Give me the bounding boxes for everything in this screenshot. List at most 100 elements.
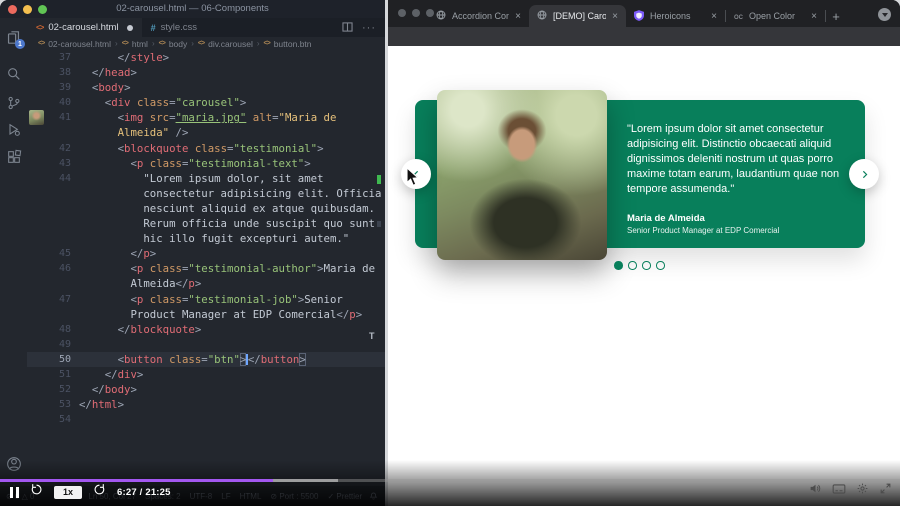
code-line[interactable]: consectetur adipisicing elit. Officia — [27, 186, 385, 201]
code-line-51[interactable]: 51 </div> — [27, 367, 385, 382]
code-line-49[interactable]: 49 — [27, 337, 385, 352]
tab-title: Open Color — [749, 11, 805, 21]
chevron-right-icon: › — [152, 39, 155, 48]
close-tab-icon[interactable]: × — [711, 11, 717, 22]
chevron-right-icon: › — [115, 39, 118, 48]
pause-button[interactable] — [10, 487, 19, 498]
token: < — [79, 81, 98, 94]
code-editor[interactable]: 37 </style>38 </head>39 <body>40 <div cl… — [27, 50, 385, 486]
captions-icon[interactable] — [832, 482, 846, 500]
split-editor-icon[interactable] — [342, 19, 353, 37]
code-line-41[interactable]: 41 <img src="maria.jpg" alt="Maria de — [27, 110, 385, 125]
run-debug-icon[interactable] — [0, 122, 27, 138]
globe-favicon — [537, 10, 547, 22]
next-slide-button[interactable] — [849, 159, 879, 189]
close-tab-icon[interactable]: × — [811, 11, 817, 22]
browser-tab[interactable]: Heroicons× — [626, 5, 725, 27]
token: > — [137, 368, 143, 381]
code-line-52[interactable]: 52 </body> — [27, 382, 385, 397]
token: </ — [79, 323, 130, 336]
browser-tabs: Accordion Compon×[DEMO] Carousel C×Heroi… — [428, 5, 846, 27]
code-line-43[interactable]: 43 <p class="testimonial-text"> — [27, 156, 385, 171]
browser-tab-active[interactable]: [DEMO] Carousel C× — [529, 5, 626, 27]
close-tab-icon[interactable]: × — [612, 11, 618, 22]
code-line-38[interactable]: 38 </head> — [27, 65, 385, 80]
rewind-icon[interactable] — [30, 483, 43, 501]
code-line-44[interactable]: 44 "Lorem ipsum dolor, sit amet — [27, 171, 385, 186]
carousel-dot-2[interactable] — [628, 261, 637, 270]
tab-title: Accordion Compon — [452, 11, 509, 21]
code-line[interactable]: hic illo fugit excepturi autem." — [27, 231, 385, 246]
extensions-icon[interactable] — [0, 149, 27, 165]
minimize-window-button[interactable] — [412, 9, 420, 17]
code-line-46[interactable]: 46 <p class="testimonial-author">Maria d… — [27, 261, 385, 276]
tag-symbol-icon: <> — [198, 40, 204, 47]
code-line[interactable]: nesciunt aliquid ex atque quibusdam. — [27, 201, 385, 216]
volume-icon[interactable] — [809, 482, 822, 500]
code-tokens: </head> — [79, 65, 137, 80]
tab-search-button[interactable] — [878, 8, 891, 21]
browser-tab[interactable]: Accordion Compon × — [428, 5, 529, 27]
carousel-dot-1[interactable] — [614, 261, 623, 270]
token: "Lorem ipsum dolor, sit amet — [79, 172, 324, 185]
explorer-icon[interactable]: 1 — [0, 29, 27, 46]
player-settings-icon[interactable] — [856, 482, 869, 500]
code-line[interactable]: Almeida" /> — [27, 125, 385, 140]
tab-02-carousel[interactable]: <> 02-carousel.html — [27, 18, 142, 37]
search-icon[interactable] — [0, 66, 27, 82]
forward-icon[interactable] — [93, 483, 106, 501]
source-control-icon[interactable] — [0, 95, 27, 111]
token: html — [92, 398, 118, 411]
line-number: 47 — [27, 292, 71, 307]
token: < — [79, 293, 137, 306]
browser-tab[interactable]: OCOpen Color× — [726, 5, 825, 27]
modified-dot-icon[interactable] — [127, 25, 133, 31]
code-line-50[interactable]: 50 <button class="btn"></button> — [27, 352, 385, 367]
code-line-45[interactable]: 45 </p> — [27, 246, 385, 261]
played-bar — [0, 479, 273, 483]
line-number: 38 — [27, 65, 71, 80]
token: > — [317, 142, 323, 155]
code-line-48[interactable]: 48 </blockquote> — [27, 322, 385, 337]
code-tokens: consectetur adipisicing elit. Officia — [79, 186, 381, 201]
breadcrumb-item[interactable]: 02-carousel.html — [48, 39, 111, 49]
token: class — [150, 293, 182, 306]
tab-style-css[interactable]: # style.css — [142, 18, 206, 37]
code-line-47[interactable]: 47 <p class="testimonial-job">Senior — [27, 292, 385, 307]
more-actions-icon[interactable]: ··· — [362, 22, 376, 34]
close-window-button[interactable] — [398, 9, 406, 17]
code-line-42[interactable]: 42 <blockquote class="testimonial"> — [27, 141, 385, 156]
testimonial-photo — [437, 90, 607, 260]
player-progress-bar[interactable] — [0, 479, 900, 483]
css-file-icon: # — [151, 23, 156, 33]
code-line[interactable]: Product Manager at EDP Comercial</p> — [27, 307, 385, 322]
code-line-39[interactable]: 39 <body> — [27, 80, 385, 95]
breadcrumb-item[interactable]: button.btn — [274, 39, 312, 49]
carousel-dot-4[interactable] — [656, 261, 665, 270]
code-line[interactable]: Rerum officia unde suscipit quo sunt — [27, 216, 385, 231]
breadcrumb-item[interactable]: body — [169, 39, 187, 49]
testimonial-role: Senior Product Manager at EDP Comercial — [627, 226, 779, 235]
vscode-titlebar: 02-carousel.html — 06-Components — [0, 0, 385, 18]
close-tab-icon[interactable]: × — [515, 11, 521, 22]
line-number: 50 — [27, 352, 71, 367]
carousel-dot-3[interactable] — [642, 261, 651, 270]
tag-symbol-icon: <> — [122, 40, 128, 47]
fullscreen-icon[interactable] — [879, 482, 892, 500]
code-tokens: <button class="btn"></button> — [79, 352, 306, 367]
playback-speed-button[interactable]: 1x — [54, 486, 82, 499]
testimonial-author: Maria de Almeida — [627, 213, 705, 224]
token: </ — [79, 398, 92, 411]
code-line[interactable]: Almeida</p> — [27, 276, 385, 291]
code-line-37[interactable]: 37 </style> — [27, 50, 385, 65]
token: < — [79, 111, 124, 124]
code-line-53[interactable]: 53</html> — [27, 397, 385, 412]
token: > — [356, 308, 362, 321]
new-tab-button[interactable]: + — [826, 5, 846, 27]
token: src — [150, 111, 169, 124]
code-line-40[interactable]: 40 <div class="carousel"> — [27, 95, 385, 110]
breadcrumb-item[interactable]: div.carousel — [208, 39, 253, 49]
code-line-54[interactable]: 54 — [27, 412, 385, 427]
line-number: 37 — [27, 50, 71, 65]
breadcrumb-item[interactable]: html — [132, 39, 148, 49]
